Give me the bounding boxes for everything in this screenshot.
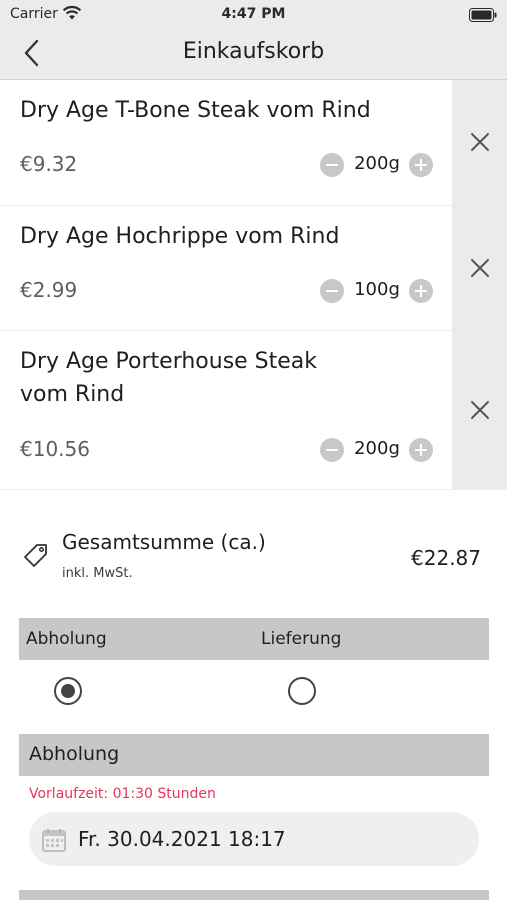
quantity-stepper: 100g xyxy=(320,278,435,304)
item-price: €10.56 xyxy=(20,437,90,461)
page-title: Einkaufskorb xyxy=(182,39,325,64)
remove-item-button[interactable] xyxy=(452,206,507,331)
battery-icon xyxy=(469,7,497,26)
next-section-header xyxy=(19,890,489,900)
close-icon xyxy=(471,259,489,277)
calendar-icon xyxy=(41,827,67,857)
pickup-date-field[interactable]: Fr. 30.04.2021 18:17 xyxy=(29,812,479,866)
price-tag-icon xyxy=(22,542,50,574)
item-quantity: 200g xyxy=(354,438,400,459)
total-label: Gesamtsumme (ca.) xyxy=(62,530,266,554)
quantity-stepper: 200g xyxy=(320,437,435,463)
cart-item: Dry Age T-Bone Steak vom Rind €9.32 200g xyxy=(0,80,507,206)
increase-quantity-button[interactable] xyxy=(409,153,433,177)
item-name: Dry Age T-Bone Steak vom Rind xyxy=(20,98,371,123)
remove-item-button[interactable] xyxy=(452,331,507,490)
total-value: €22.87 xyxy=(411,546,481,570)
increase-quantity-button[interactable] xyxy=(409,279,433,303)
increase-quantity-button[interactable] xyxy=(409,438,433,462)
remove-item-button[interactable] xyxy=(452,80,507,206)
section-title: Abholung xyxy=(29,743,120,765)
cart-item: Dry Age Hochrippe vom Rind €2.99 100g xyxy=(0,206,507,331)
pickup-option-label: Abholung xyxy=(26,629,107,649)
item-quantity: 200g xyxy=(354,153,400,174)
delivery-radio[interactable] xyxy=(288,677,316,705)
close-icon xyxy=(471,133,489,151)
delivery-method-header: Abholung Lieferung xyxy=(19,618,489,660)
lead-time-note: Vorlaufzeit: 01:30 Stunden xyxy=(29,786,216,802)
cart-item: Dry Age Porterhouse Steak vom Rind €10.5… xyxy=(0,331,507,490)
item-quantity: 100g xyxy=(354,279,400,300)
navigation-bar: Einkaufskorb xyxy=(0,28,507,80)
decrease-quantity-button[interactable] xyxy=(320,279,344,303)
pickup-section-header: Abholung xyxy=(19,734,489,776)
delivery-option-label: Lieferung xyxy=(261,629,342,649)
item-name: Dry Age Porterhouse Steak vom Rind xyxy=(20,349,318,407)
decrease-quantity-button[interactable] xyxy=(320,438,344,462)
item-name: Dry Age Hochrippe vom Rind xyxy=(20,224,340,249)
order-total: Gesamtsumme (ca.) inkl. MwSt. €22.87 xyxy=(0,520,507,590)
clock: 4:47 PM xyxy=(221,6,286,22)
vat-note: inkl. MwSt. xyxy=(62,566,133,581)
pickup-date-value: Fr. 30.04.2021 18:17 xyxy=(78,827,286,851)
quantity-stepper: 200g xyxy=(320,152,435,178)
item-price: €2.99 xyxy=(20,278,78,302)
close-icon xyxy=(471,401,489,419)
item-price: €9.32 xyxy=(20,152,78,176)
status-bar: Carrier 4:47 PM xyxy=(0,0,507,28)
pickup-radio[interactable] xyxy=(54,677,82,705)
decrease-quantity-button[interactable] xyxy=(320,153,344,177)
